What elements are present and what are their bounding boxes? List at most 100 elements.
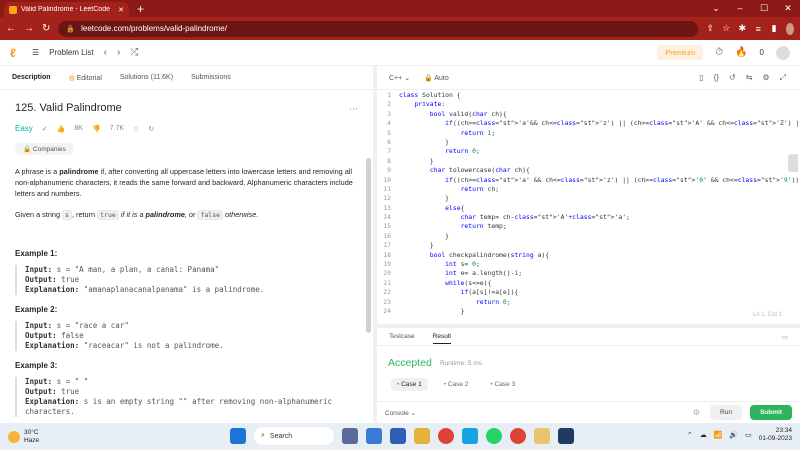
- new-tab-icon[interactable]: +: [137, 2, 144, 17]
- note-icon[interactable]: ▯: [699, 73, 703, 83]
- next-problem-icon[interactable]: ›: [117, 47, 120, 58]
- description-scrollbar[interactable]: [366, 158, 371, 333]
- chrome-profile-icon[interactable]: [510, 428, 526, 444]
- side-panel-tab[interactable]: [788, 154, 798, 172]
- code-line: 17 }: [377, 241, 800, 250]
- input-label: Input:: [25, 265, 53, 274]
- streak-count: 0: [759, 48, 764, 57]
- file-explorer-icon[interactable]: [366, 428, 382, 444]
- forward-icon[interactable]: →: [24, 23, 34, 34]
- tab-submissions[interactable]: Submissions: [191, 74, 231, 81]
- timer-icon[interactable]: ⏱: [715, 47, 723, 58]
- tab-solutions[interactable]: Solutions (11.6K): [120, 74, 173, 81]
- browser-tab[interactable]: Valid Palindrome - LeetCode ✕: [4, 2, 129, 17]
- problem-task: Given a string s, return true if it is a…: [15, 209, 358, 221]
- code-text: int e= a.length()-1;: [445, 269, 523, 278]
- folder-icon[interactable]: [414, 428, 430, 444]
- maximize-icon[interactable]: ☐: [752, 0, 776, 16]
- share-link-icon[interactable]: ↻: [148, 125, 154, 133]
- case-3-tab[interactable]: • Case 3: [484, 378, 521, 391]
- case-1-tab[interactable]: • Case 1: [391, 378, 428, 391]
- leetcode-logo-icon[interactable]: ℓ: [10, 46, 22, 60]
- minimize-icon[interactable]: –: [728, 0, 752, 16]
- example-2-output: false: [61, 331, 84, 340]
- reading-list-icon[interactable]: ≡: [754, 24, 762, 34]
- line-number: 13: [383, 203, 391, 212]
- windows-taskbar: 30°C Haze ⌕ Search ⌃ ☁ 📶 🔊 ▭ 23:34 01-09-20…: [0, 423, 800, 450]
- code-text: return 0;: [445, 147, 480, 156]
- taskbar-search[interactable]: ⌕ Search: [254, 427, 334, 445]
- settings-icon[interactable]: ⚙: [762, 73, 769, 83]
- fullscreen-icon[interactable]: ⤢: [780, 73, 786, 83]
- clock[interactable]: 23:34 01-09-2023: [759, 427, 792, 443]
- problem-list-link[interactable]: Problem List: [49, 48, 93, 57]
- volume-icon[interactable]: 🔊: [729, 431, 738, 439]
- tab-editorial[interactable]: ◍ Editorial: [69, 74, 102, 82]
- code-editor[interactable]: 1 class Solution {2 private: 3 bool valid(…: [377, 91, 800, 324]
- more-options-icon[interactable]: ⋯: [349, 104, 358, 115]
- profile-avatar[interactable]: [786, 22, 794, 35]
- gear-icon[interactable]: ⚙: [693, 408, 700, 417]
- chevron-up-icon[interactable]: ⌃: [687, 431, 693, 439]
- companies-label: Companies: [32, 146, 66, 153]
- back-icon[interactable]: ←: [6, 23, 16, 34]
- widgets-icon[interactable]: [342, 428, 358, 444]
- swap-icon[interactable]: ⇆: [746, 73, 753, 83]
- extensions-icon[interactable]: ✱: [738, 23, 747, 34]
- chevron-down-icon[interactable]: ⌄: [704, 0, 728, 16]
- shuffle-icon[interactable]: ⤮: [130, 47, 138, 58]
- given-b: , return: [71, 210, 98, 219]
- onedrive-icon[interactable]: ☁: [700, 431, 707, 439]
- whatsapp-icon[interactable]: [486, 428, 502, 444]
- windows-start-icon[interactable]: [230, 428, 246, 444]
- taskbar-apps: ⌕ Search: [230, 427, 574, 445]
- word-app-icon[interactable]: [558, 428, 574, 444]
- bookmark-star-icon[interactable]: ☆: [722, 23, 730, 34]
- wifi-icon[interactable]: 📶: [714, 431, 723, 439]
- premium-button[interactable]: Premium: [657, 45, 704, 60]
- close-window-icon[interactable]: ✕: [776, 0, 800, 16]
- edge-icon[interactable]: [390, 428, 406, 444]
- prev-problem-icon[interactable]: ‹: [104, 47, 107, 58]
- line-number: 3: [387, 109, 391, 118]
- tab-testcase[interactable]: Testcase: [389, 333, 415, 340]
- solved-check-icon: ✓: [41, 125, 48, 133]
- weather-widget[interactable]: 30°C Haze: [0, 429, 39, 445]
- streak-icon[interactable]: 🔥: [735, 47, 747, 58]
- code-text: private:: [414, 100, 446, 109]
- chevron-down-icon: ⌄: [404, 74, 411, 82]
- line-number: 12: [383, 194, 391, 203]
- given-d: , or: [184, 210, 198, 219]
- console-toggle[interactable]: Console ⌄: [385, 409, 416, 417]
- code-text: }: [399, 194, 450, 203]
- submit-button[interactable]: Submit: [749, 405, 792, 420]
- close-tab-icon[interactable]: ✕: [118, 6, 124, 14]
- line-number: 7: [387, 147, 391, 156]
- sidebar-icon[interactable]: ▮: [770, 23, 778, 34]
- companies-tag[interactable]: 🔒 Companies: [15, 143, 74, 155]
- like-icon[interactable]: 👍: [57, 125, 66, 133]
- autocomplete-toggle[interactable]: 🔒 Auto: [424, 74, 449, 82]
- collapse-icon[interactable]: ▭: [782, 333, 800, 341]
- reset-icon[interactable]: ↺: [729, 73, 736, 83]
- url-field[interactable]: 🔒 leetcode.com/problems/valid-palindrome…: [58, 20, 699, 37]
- example-1-box: Input: s = "A man, a plan, a canal: Pana…: [15, 265, 358, 295]
- url-text: leetcode.com/problems/valid-palindrome/: [81, 24, 227, 33]
- favorite-star-icon[interactable]: ☆: [133, 125, 139, 133]
- braces-icon[interactable]: {}: [714, 73, 719, 83]
- run-button[interactable]: Run: [710, 405, 742, 420]
- tab-result[interactable]: Result: [432, 333, 452, 344]
- code-line: 10 if((ch>=class="st">'a' && ch<=class="…: [377, 176, 800, 185]
- edge-browser-icon[interactable]: [462, 428, 478, 444]
- share-icon[interactable]: ⇪: [706, 23, 715, 34]
- sticky-notes-icon[interactable]: [534, 428, 550, 444]
- dislike-icon[interactable]: 👎: [92, 125, 101, 133]
- battery-icon[interactable]: ▭: [745, 431, 752, 439]
- user-avatar[interactable]: [776, 45, 790, 60]
- tab-description[interactable]: Description: [12, 74, 51, 81]
- line-number: 4: [387, 119, 391, 128]
- case-2-tab[interactable]: • Case 2: [438, 378, 475, 391]
- language-select[interactable]: C++ ⌄: [389, 74, 410, 82]
- reload-icon[interactable]: ↻: [42, 23, 50, 34]
- chrome-icon[interactable]: [438, 428, 454, 444]
